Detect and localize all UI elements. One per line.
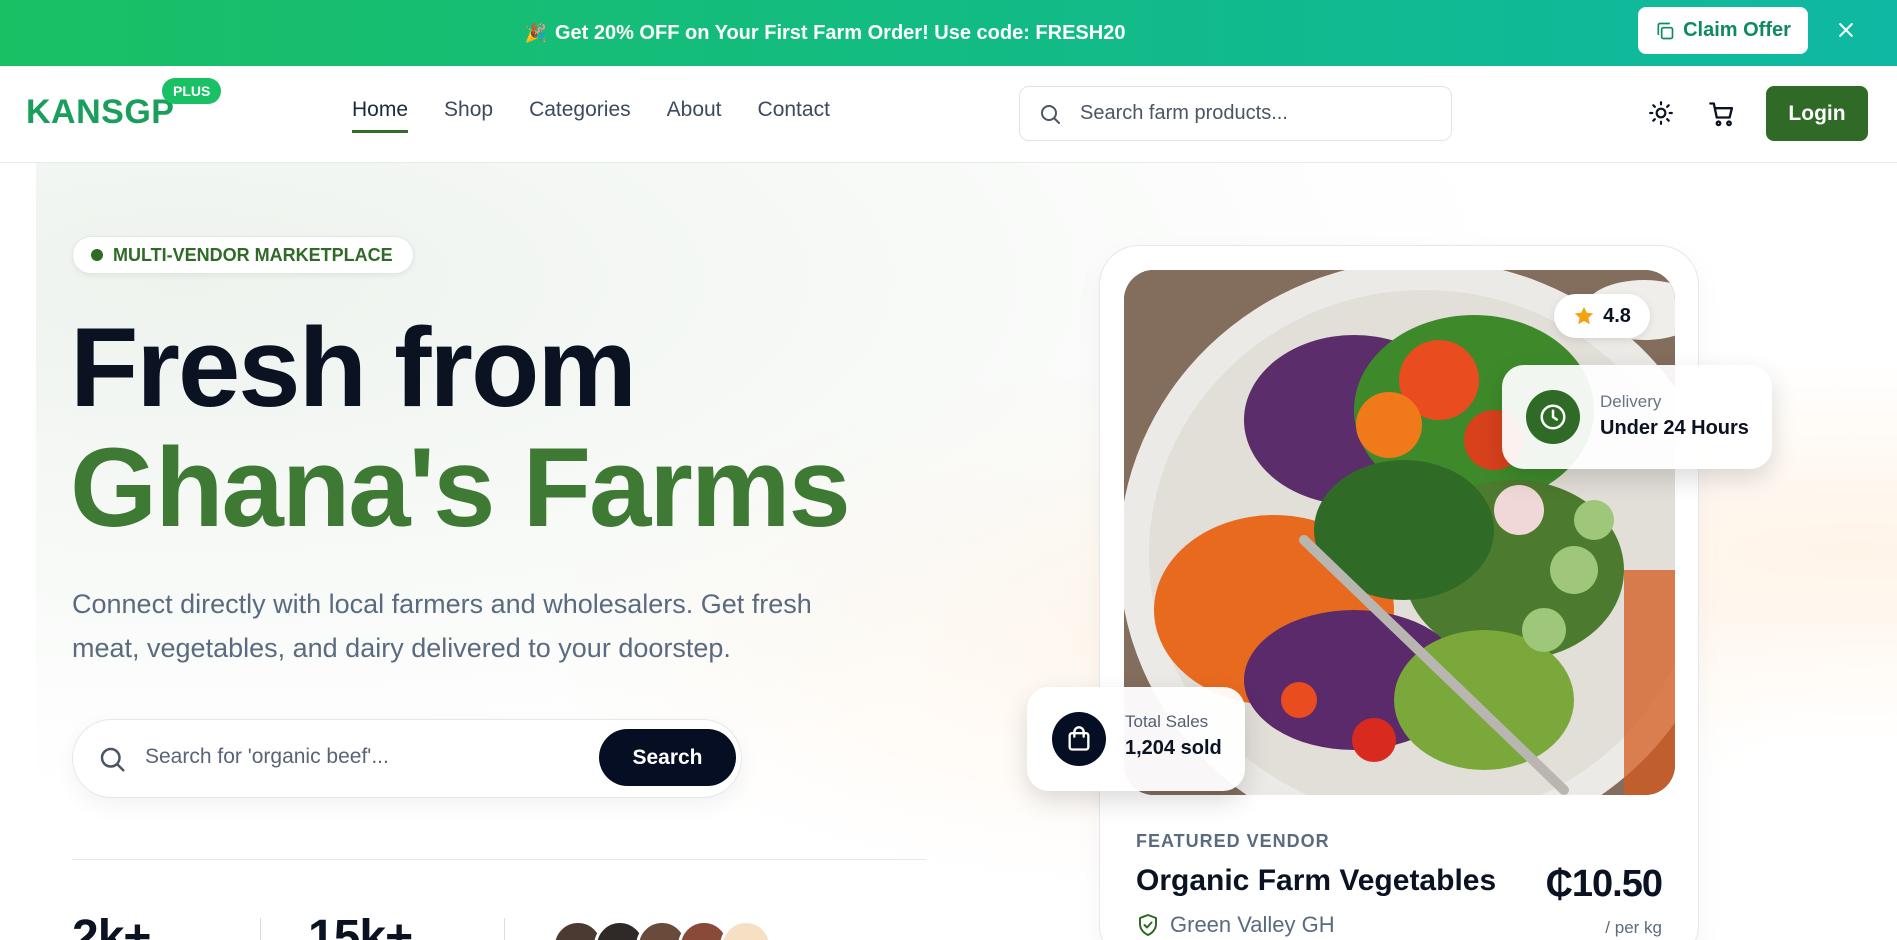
nav-link-categories[interactable]: Categories [529,98,631,133]
avatar-more [720,920,772,940]
hero-title-line1: Fresh from [70,305,637,430]
price-unit: / per kg [1605,918,1662,937]
hero-search-input[interactable]: Search for 'organic beef'... [145,745,389,769]
nav-link-about[interactable]: About [667,98,722,133]
total-sales-badge: Total Sales 1,204 sold [1027,687,1245,791]
total-sales-value: 1,204 sold [1125,737,1222,759]
nav-search-input[interactable]: Search farm products... [1019,86,1452,141]
vendor-name-label: Green Valley GH [1170,912,1335,937]
tag-dot [91,249,103,261]
login-button[interactable]: Login [1766,86,1868,141]
promo-banner: 🎉 Get 20% OFF on Your First Farm Order! … [0,0,1897,66]
featured-vendor-label: FEATURED VENDOR [1136,831,1330,851]
clock-icon [1526,390,1580,444]
copy-icon [1657,22,1674,39]
hero-search-button[interactable]: Search [599,729,736,786]
delivery-badge: Delivery Under 24 Hours [1502,365,1772,469]
nav-link-contact[interactable]: Contact [758,98,830,133]
stat-separator [504,918,505,940]
sun-icon[interactable] [1648,100,1674,131]
featured-product-price: ₵10.50 [1545,863,1663,905]
nav-link-shop[interactable]: Shop [444,98,493,133]
shopping-bag-icon [1052,712,1106,766]
logo-plus-badge: PLUS [162,78,222,104]
stat-customers: 15k+ [308,911,413,940]
marketplace-tag: MULTI-VENDOR MARKETPLACE [72,236,414,274]
promo-message: 🎉 Get 20% OFF on Your First Farm Order! … [0,0,1650,66]
search-icon [100,747,125,772]
featured-vendor-name[interactable]: Green Valley GH [1136,912,1335,938]
hero-title-line2: Ghana's Farms [70,425,851,550]
nav-link-home[interactable]: Home [352,98,409,133]
nav-search-placeholder: Search farm products... [1080,102,1288,124]
delivery-label: Delivery [1600,392,1662,411]
nav-links: Home Shop Categories About Contact [352,98,830,133]
shield-check-icon [1139,914,1157,936]
search-icon [1041,104,1060,124]
marketplace-tag-label: MULTI-VENDOR MARKETPLACE [113,244,393,265]
promo-text: Get 20% OFF on Your First Farm Order! Us… [554,21,1126,44]
rating-badge: 4.8 [1554,294,1650,338]
claim-offer-button[interactable]: Claim Offer [1638,7,1808,54]
rating-value: 4.8 [1603,304,1631,327]
total-sales-label: Total Sales [1125,712,1209,731]
featured-product-title[interactable]: Organic Farm Vegetables [1136,864,1496,898]
navbar: KANSGP PLUS Home Shop Categories About C… [0,66,1897,163]
hero-subtitle: Connect directly with local farmers and … [72,589,812,663]
party-icon: 🎉 [524,22,547,43]
delivery-value: Under 24 Hours [1600,417,1749,439]
stat-vendors: 2k+ [72,911,151,940]
hero-search-bar: Search for 'organic beef'... Search [72,719,742,798]
star-icon [1574,306,1594,325]
customer-avatars [552,920,772,940]
stat-separator [260,918,261,940]
logo[interactable]: KANSGP [26,93,174,132]
stats-divider [72,859,926,860]
cart-icon[interactable] [1708,100,1736,133]
close-icon[interactable] [1830,14,1862,46]
claim-offer-label: Claim Offer [1683,19,1791,41]
